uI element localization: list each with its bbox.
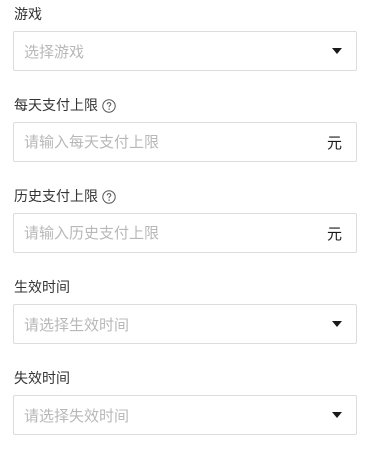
history-limit-unit: 元 <box>326 224 342 243</box>
effective-time-select[interactable]: 请选择生效时间 <box>13 304 357 344</box>
daily-limit-field[interactable]: 元 <box>13 122 357 162</box>
expiry-time-placeholder: 请选择失效时间 <box>24 406 130 425</box>
daily-limit-label-text: 每天支付上限 <box>14 98 98 114</box>
daily-limit-unit: 元 <box>326 133 342 152</box>
expiry-time-select[interactable]: 请选择失效时间 <box>13 395 357 435</box>
history-limit-field[interactable]: 元 <box>13 213 357 253</box>
history-limit-input[interactable] <box>24 224 319 242</box>
game-select[interactable]: 选择游戏 <box>13 31 357 71</box>
question-circle-icon[interactable] <box>102 99 116 113</box>
daily-limit-label: 每天支付上限 <box>14 97 116 115</box>
game-select-placeholder: 选择游戏 <box>24 42 85 61</box>
effective-time-label-text: 生效时间 <box>14 280 70 296</box>
history-limit-label-text: 历史支付上限 <box>14 189 98 205</box>
history-limit-label: 历史支付上限 <box>14 188 116 206</box>
game-label: 游戏 <box>14 6 42 24</box>
effective-time-label: 生效时间 <box>14 279 70 297</box>
dropdown-arrow-icon <box>332 412 342 418</box>
question-circle-icon[interactable] <box>102 190 116 204</box>
effective-time-placeholder: 请选择生效时间 <box>24 315 130 334</box>
expiry-time-label-text: 失效时间 <box>14 371 70 387</box>
game-label-text: 游戏 <box>14 7 42 23</box>
expiry-time-label: 失效时间 <box>14 370 70 388</box>
dropdown-arrow-icon <box>332 48 342 54</box>
payment-limit-form: 游戏 选择游戏 每天支付上限 元 历史支付上限 元 <box>0 0 370 454</box>
daily-limit-input[interactable] <box>24 133 319 151</box>
dropdown-arrow-icon <box>332 321 342 327</box>
